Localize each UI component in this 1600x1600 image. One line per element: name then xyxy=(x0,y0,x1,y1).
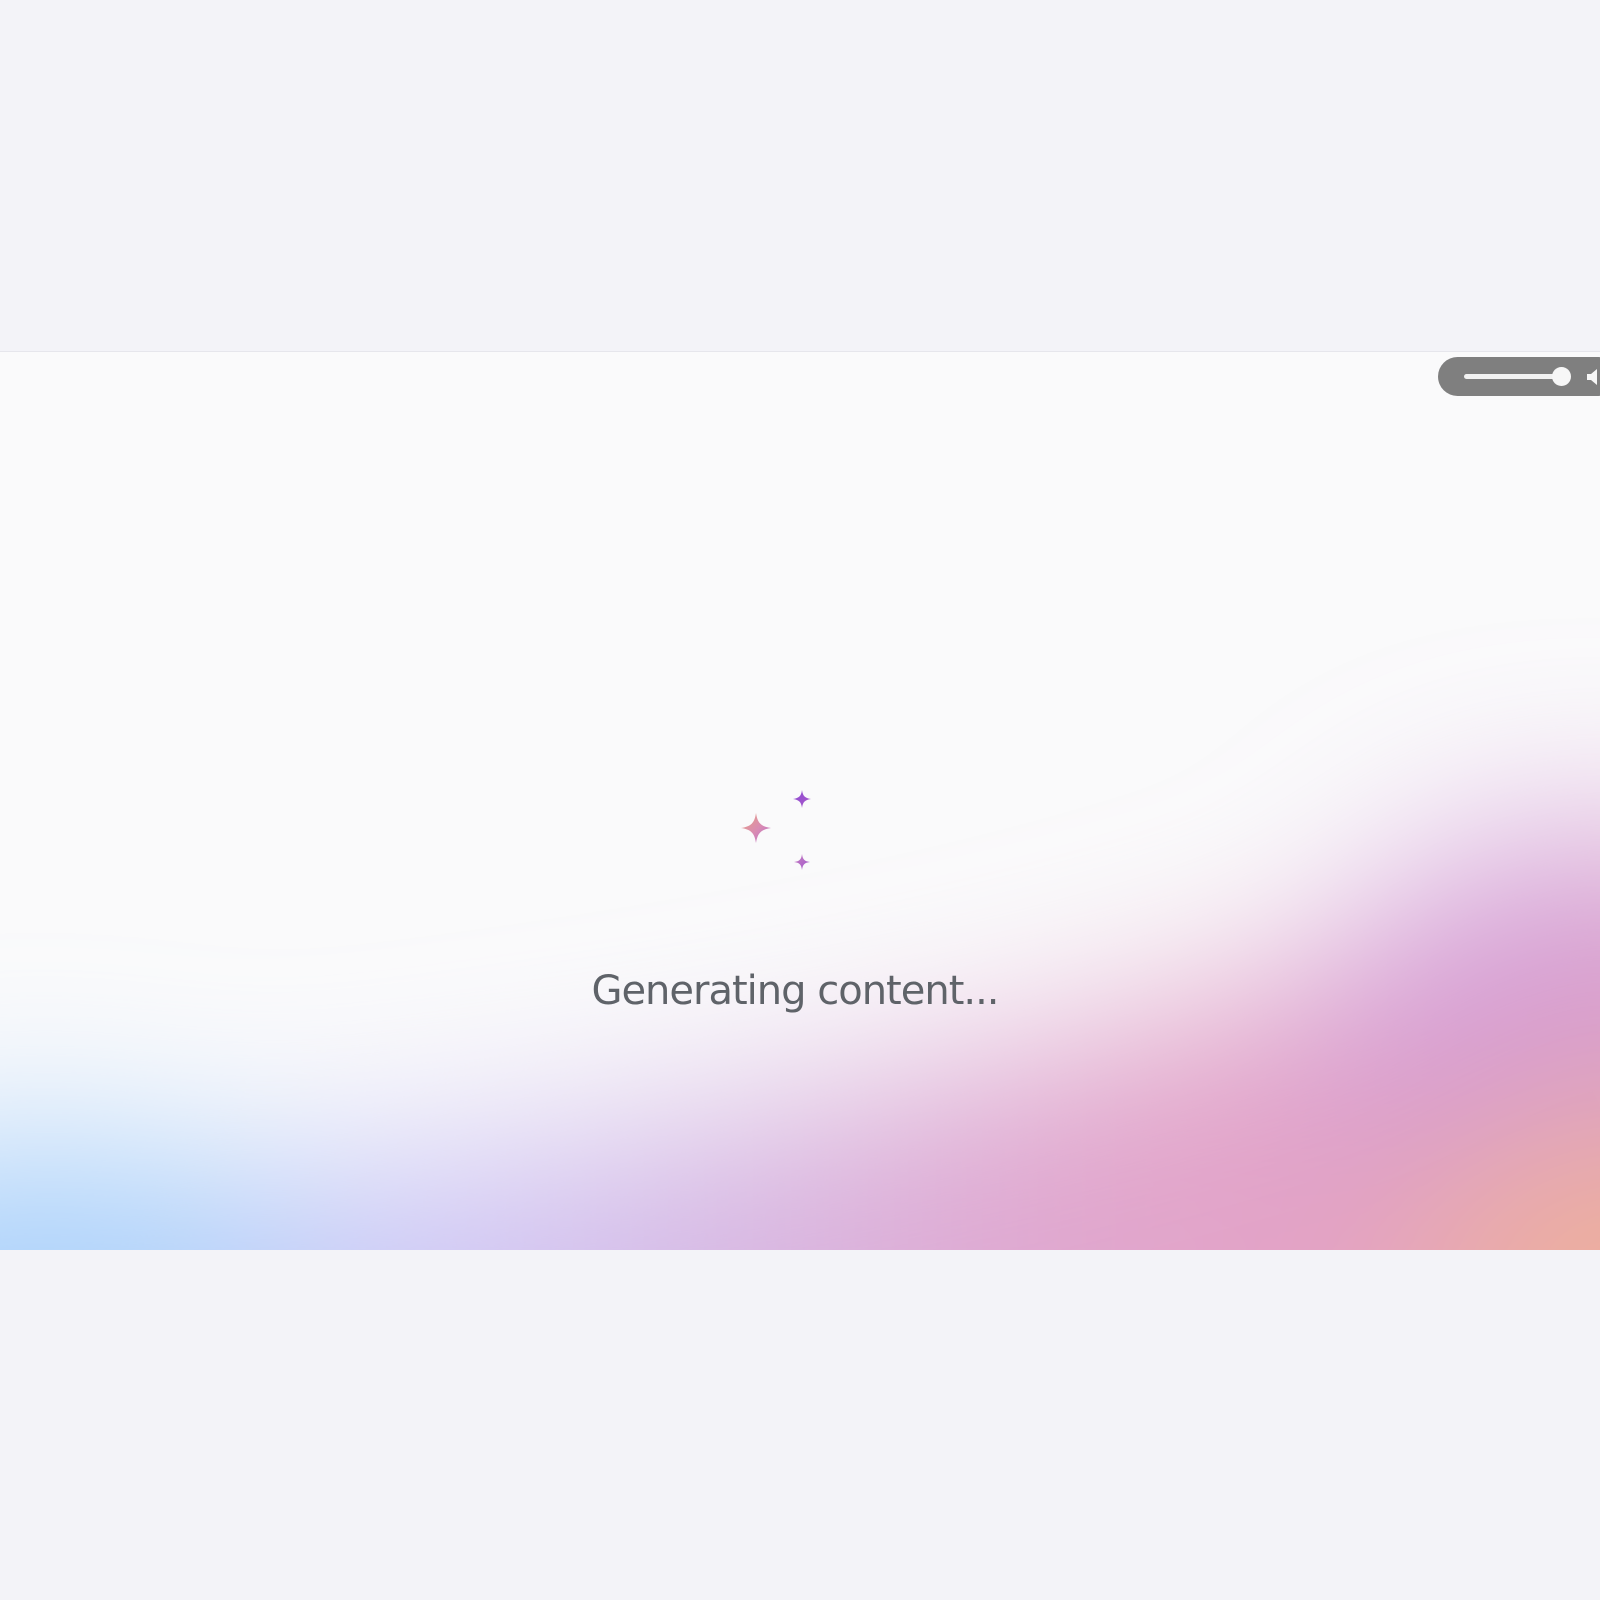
generating-status-text: Generating content... xyxy=(591,968,999,1014)
speaker-icon[interactable] xyxy=(1586,369,1600,385)
sparkles-icon xyxy=(741,790,811,870)
volume-slider-thumb[interactable] xyxy=(1552,367,1572,386)
volume-control[interactable] xyxy=(1438,357,1600,396)
